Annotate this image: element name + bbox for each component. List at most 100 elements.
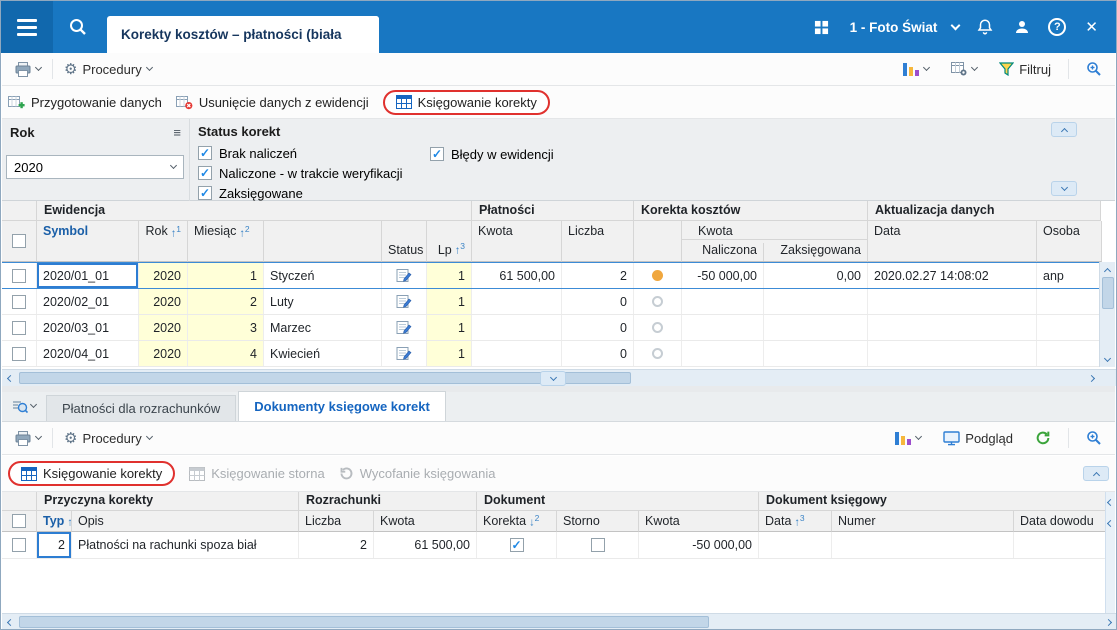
checkbox-brak-naliczen[interactable]: Brak naliczeń: [198, 143, 403, 163]
vertical-scrollbar[interactable]: [1099, 262, 1115, 367]
checkbox-icon[interactable]: [198, 146, 212, 160]
book-correction-button[interactable]: Księgowanie korekty: [21, 466, 162, 481]
undo-booking-button[interactable]: Wycofanie księgowania: [339, 466, 495, 481]
header-kwota-2[interactable]: Kwota: [639, 511, 759, 532]
splitter-collapse-button[interactable]: [540, 371, 566, 386]
header-naliczona[interactable]: Naliczona: [682, 243, 764, 261]
row-select-cell[interactable]: [2, 263, 37, 288]
checkbox-icon[interactable]: [12, 294, 26, 309]
panel-selector-button[interactable]: [2, 391, 46, 421]
procedury-button[interactable]: ⚙ Procedury: [59, 427, 157, 450]
company-name[interactable]: 1 - Foto Świat: [850, 20, 938, 35]
header-opis[interactable]: Opis: [72, 511, 299, 532]
header-data[interactable]: Data: [868, 221, 1037, 262]
chart-view-button[interactable]: [898, 59, 934, 80]
search-locator-button[interactable]: [1081, 57, 1107, 81]
header-symbol[interactable]: Symbol: [37, 221, 139, 262]
help-button[interactable]: ?: [1048, 18, 1067, 36]
header-kwota-platnosci[interactable]: Kwota: [472, 221, 562, 262]
header-liczba[interactable]: Liczba: [299, 511, 374, 532]
header-liczba[interactable]: Liczba: [562, 221, 634, 262]
band-rozrachunki[interactable]: Rozrachunki: [299, 492, 477, 511]
checkbox-bledy[interactable]: Błędy w ewidencji: [430, 144, 554, 164]
horizontal-scrollbar[interactable]: [2, 613, 1116, 629]
row-select-cell[interactable]: [2, 341, 37, 366]
header-korekta[interactable]: Korekta ↓2: [477, 511, 557, 532]
book-correction-button[interactable]: Księgowanie korekty: [395, 95, 537, 110]
header-osoba[interactable]: Osoba: [1037, 221, 1102, 262]
row-select-cell[interactable]: [2, 289, 37, 314]
checkbox-icon[interactable]: [12, 538, 26, 552]
menu-button[interactable]: [1, 1, 53, 53]
header-zaksiegowana[interactable]: Zaksięgowana: [764, 243, 867, 261]
cell-typ[interactable]: 2: [37, 532, 72, 558]
apps-grid-button[interactable]: [811, 16, 833, 38]
table-row[interactable]: 2020/02_01 2020 2 Luty 1 0: [2, 289, 1102, 315]
band-dokument-ksiegowy[interactable]: Dokument księgowy: [759, 492, 1107, 511]
prepare-data-button[interactable]: Przygotowanie danych: [8, 95, 162, 110]
cell-symbol[interactable]: 2020/01_01: [37, 263, 139, 288]
header-miesiac-nazwa[interactable]: [264, 221, 382, 262]
rok-menu-icon[interactable]: ≡: [173, 125, 181, 140]
table-row[interactable]: 2020/04_01 2020 4 Kwiecień 1 0: [2, 341, 1102, 367]
notifications-button[interactable]: [974, 16, 996, 38]
band-ewidencja[interactable]: Ewidencja: [37, 201, 472, 221]
header-kwota-korekty[interactable]: Kwota: [682, 221, 867, 240]
band-dokument[interactable]: Dokument: [477, 492, 759, 511]
scrollbar-thumb[interactable]: [19, 616, 709, 628]
header-korekta-status[interactable]: [634, 221, 682, 262]
table-row[interactable]: 2 Płatności na rachunki spoza biał 2 61 …: [2, 532, 1107, 559]
scroll-left-button[interactable]: [2, 614, 19, 629]
collapse-up-button[interactable]: [1051, 122, 1077, 137]
header-data-dowodu[interactable]: Data dowodu: [1014, 511, 1107, 532]
header-kwota[interactable]: Kwota: [374, 511, 477, 532]
band-korekta-kosztow[interactable]: Korekta kosztów: [634, 201, 868, 221]
table-row[interactable]: 2020/03_01 2020 3 Marzec 1 0: [2, 315, 1102, 341]
tab-dokumenty-ksiegowe-korekt[interactable]: Dokumenty księgowe korekt: [238, 391, 446, 421]
scrollbar-thumb[interactable]: [1101, 277, 1114, 309]
filter-button[interactable]: Filtruj: [994, 58, 1056, 81]
chart-view-button[interactable]: [890, 428, 926, 449]
checkbox-icon[interactable]: [12, 268, 26, 283]
row-select-cell[interactable]: [2, 315, 37, 340]
row-select-cell[interactable]: [2, 532, 37, 558]
document-tab[interactable]: Korekty kosztów – płatności (biała: [107, 16, 379, 53]
collapse-down-button[interactable]: [1051, 181, 1077, 196]
scroll-left-button[interactable]: [2, 370, 19, 386]
checkbox-icon[interactable]: [12, 320, 26, 335]
cell-storno[interactable]: [557, 532, 639, 558]
collapse-left-icon[interactable]: [1106, 498, 1115, 507]
bottom-grid-collapse-strip[interactable]: [1105, 492, 1115, 613]
header-select-all[interactable]: [2, 221, 37, 262]
checkbox-icon[interactable]: [12, 234, 26, 248]
header-kwota-korekty-band[interactable]: Kwota Naliczona Zaksięgowana: [682, 221, 868, 262]
print-button[interactable]: [10, 58, 46, 81]
close-button[interactable]: ✕: [1081, 18, 1102, 36]
header-miesiac[interactable]: Miesiąc ↑2: [188, 221, 264, 262]
global-search-button[interactable]: [53, 1, 103, 53]
checkbox-icon[interactable]: [12, 514, 26, 528]
checkbox-icon[interactable]: [12, 346, 26, 361]
checkbox-icon[interactable]: [430, 147, 444, 161]
print-button[interactable]: [10, 427, 46, 450]
table-row[interactable]: 2020/01_01 2020 1 Styczeń 1 61 500,00 2 …: [2, 262, 1102, 289]
checkbox-zaksiegowane[interactable]: Zaksięgowane: [198, 183, 403, 203]
checkbox-icon[interactable]: [590, 538, 605, 552]
checkbox-icon[interactable]: [509, 538, 524, 552]
rok-select[interactable]: 2020: [6, 155, 184, 179]
search-locator-button[interactable]: [1081, 426, 1107, 450]
collapse-left-icon[interactable]: [1106, 519, 1115, 528]
header-rok[interactable]: Rok ↑1: [139, 221, 188, 262]
user-button[interactable]: [1011, 16, 1033, 38]
company-chevron-icon[interactable]: [950, 20, 961, 31]
checkbox-naliczone[interactable]: Naliczone - w trakcie weryfikacji: [198, 163, 403, 183]
band-platnosci[interactable]: Płatności: [472, 201, 634, 221]
header-numer[interactable]: Numer: [832, 511, 1014, 532]
scroll-down-button[interactable]: [1100, 352, 1115, 367]
header-typ[interactable]: Typ↑1: [37, 511, 72, 532]
cell-symbol[interactable]: 2020/02_01: [37, 289, 139, 314]
band-aktualizacja[interactable]: Aktualizacja danych: [868, 201, 1101, 221]
header-select-all[interactable]: [2, 511, 37, 532]
scroll-up-button[interactable]: [1100, 262, 1115, 277]
grid-settings-button[interactable]: [946, 58, 982, 80]
